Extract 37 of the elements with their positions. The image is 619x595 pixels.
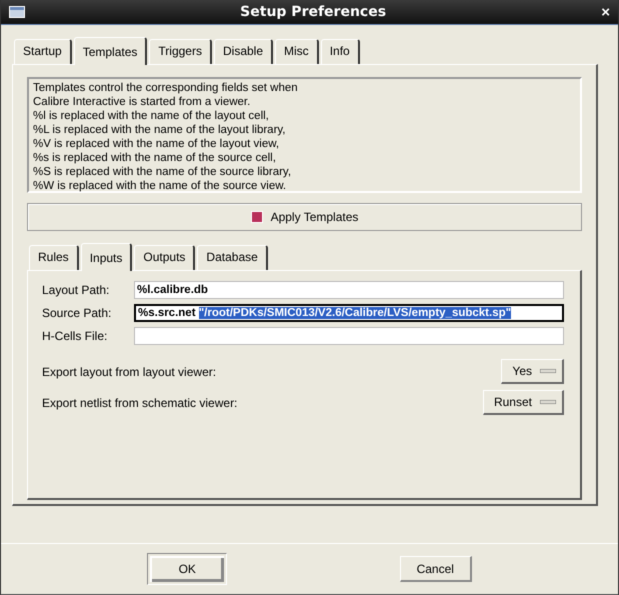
dialog-button[interactable]: Cancel — [400, 556, 472, 582]
description-line: Calibre Interactive is started from a viewer. — [33, 95, 252, 109]
menu-indicator-icon — [540, 369, 556, 373]
apply-templates-toggle[interactable]: Apply Templates — [27, 203, 582, 231]
input-field[interactable]: %s.src.net "/root/PDKs/SMIC013/V2.6/Calibre/LVS/empty_subckt.sp" — [134, 304, 564, 322]
input-field[interactable] — [134, 327, 564, 345]
input-field[interactable]: %l.calibre.db — [134, 281, 564, 299]
description-line: %L is replaced with the name of the layout library, — [33, 123, 286, 137]
description-line: %V is replaced with the name of the layout view, — [33, 137, 280, 151]
close-button[interactable]: × — [601, 4, 610, 20]
dialog-button[interactable]: OK — [147, 553, 228, 585]
window-icon — [9, 6, 25, 18]
tab[interactable]: Database — [197, 245, 268, 270]
tab[interactable]: Info — [320, 39, 360, 64]
toggle-indicator[interactable] — [250, 211, 263, 223]
option-label: Export layout from layout viewer: — [42, 364, 216, 378]
tab[interactable]: Triggers — [149, 39, 212, 64]
description-line: %S is replaced with the name of the source library, — [33, 165, 292, 179]
window-title: Setup Preferences — [239, 4, 388, 20]
field-label: Source Path: — [42, 306, 112, 320]
menu-indicator-icon — [540, 400, 556, 404]
option-label: Export netlist from schematic viewer: — [42, 396, 238, 410]
field-label: Layout Path: — [42, 283, 110, 297]
tab[interactable]: Outputs — [134, 245, 196, 270]
option-menu-button[interactable]: Runset — [482, 390, 564, 415]
option-menu-button[interactable]: Yes — [501, 359, 564, 384]
description-line: %W is replaced with the name of the source view. — [33, 179, 288, 193]
tab[interactable]: Rules — [29, 245, 79, 270]
tab[interactable]: Misc — [275, 39, 319, 64]
tab[interactable]: Startup — [14, 39, 72, 64]
field-label: H-Cells File: — [42, 329, 108, 343]
description-line: Templates control the corresponding fields set when — [33, 81, 299, 95]
tab[interactable]: Disable — [214, 39, 274, 64]
tab[interactable]: Templates — [74, 37, 148, 65]
description-line: %s is replaced with the name of the source cell, — [33, 151, 277, 165]
description-line: %l is replaced with the name of the layout cell, — [33, 109, 270, 123]
tab[interactable]: Inputs — [80, 243, 132, 271]
